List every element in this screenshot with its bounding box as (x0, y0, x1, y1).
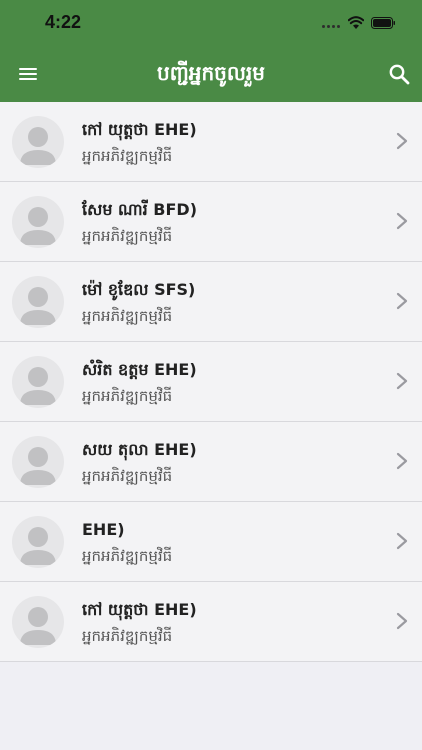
participant-row[interactable]: សំរិត ឧត្តម EHE) អ្នកអភិវឌ្ឍកម្មវិធី (0, 342, 422, 422)
participant-row[interactable]: EHE) អ្នកអភិវឌ្ឍកម្មវិធី (0, 502, 422, 582)
chevron-right-icon (396, 612, 408, 630)
participant-role: អ្នកអភិវឌ្ឍកម្មវិធី (82, 307, 173, 325)
participant-role: អ្នកអភិវឌ្ឍកម្មវិធី (82, 547, 173, 565)
battery-icon (371, 17, 395, 29)
participant-list: កៅ យុត្តថា EHE) អ្នកអភិវឌ្ឍកម្មវិធី សែម … (0, 102, 422, 662)
avatar-placeholder-icon (12, 356, 64, 408)
chevron-right-icon (396, 372, 408, 390)
participant-name: កៅ យុត្តថា EHE) (82, 600, 197, 619)
participant-row[interactable]: កៅ យុត្តថា EHE) អ្នកអភិវឌ្ឍកម្មវិធី (0, 582, 422, 662)
chevron-right-icon (396, 452, 408, 470)
participant-name: សយ តុលា EHE) (82, 440, 197, 459)
participant-name: EHE) (82, 520, 125, 539)
status-time: 4:22 (45, 12, 82, 32)
avatar-placeholder-icon (12, 276, 64, 328)
search-icon[interactable] (387, 62, 411, 86)
participant-name: សំរិត ឧត្តម EHE) (82, 360, 197, 379)
participant-name: សែម ណារី BFD) (82, 200, 198, 219)
participant-role: អ្នកអភិវឌ្ឍកម្មវិធី (82, 387, 173, 405)
avatar-placeholder-icon (12, 516, 64, 568)
signal-dots-icon (322, 25, 346, 31)
page-title: បញ្ជីអ្នកចូលរួម (157, 61, 265, 85)
app-header: 4:22 បញ្ជីអ្នកចូលរួម (0, 0, 422, 102)
navigation-bar: បញ្ជីអ្នកចូលរួម (0, 46, 422, 102)
participant-name: ម៉ៅ ខូឌែល SFS) (82, 280, 196, 299)
participant-row[interactable]: ម៉ៅ ខូឌែល SFS) អ្នកអភិវឌ្ឍកម្មវិធី (0, 262, 422, 342)
participant-name: កៅ យុត្តថា EHE) (82, 120, 197, 139)
screen: 4:22 បញ្ជីអ្នកចូលរួម កៅ យុត្តថា EHE) អ្ន… (0, 0, 422, 750)
avatar-placeholder-icon (12, 116, 64, 168)
chevron-right-icon (396, 132, 408, 150)
participant-role: អ្នកអភិវឌ្ឍកម្មវិធី (82, 467, 173, 485)
avatar-placeholder-icon (12, 436, 64, 488)
chevron-right-icon (396, 532, 408, 550)
status-bar: 4:22 (0, 0, 422, 46)
wifi-icon (348, 16, 364, 29)
participant-role: អ្នកអភិវឌ្ឍកម្មវិធី (82, 147, 173, 165)
participant-row[interactable]: សែម ណារី BFD) អ្នកអភិវឌ្ឍកម្មវិធី (0, 182, 422, 262)
participant-role: អ្នកអភិវឌ្ឍកម្មវិធី (82, 227, 173, 245)
chevron-right-icon (396, 212, 408, 230)
avatar-placeholder-icon (12, 196, 64, 248)
avatar-placeholder-icon (12, 596, 64, 648)
chevron-right-icon (396, 292, 408, 310)
participant-role: អ្នកអភិវឌ្ឍកម្មវិធី (82, 627, 173, 645)
participant-row[interactable]: កៅ យុត្តថា EHE) អ្នកអភិវឌ្ឍកម្មវិធី (0, 102, 422, 182)
participant-row[interactable]: សយ តុលា EHE) អ្នកអភិវឌ្ឍកម្មវិធី (0, 422, 422, 502)
